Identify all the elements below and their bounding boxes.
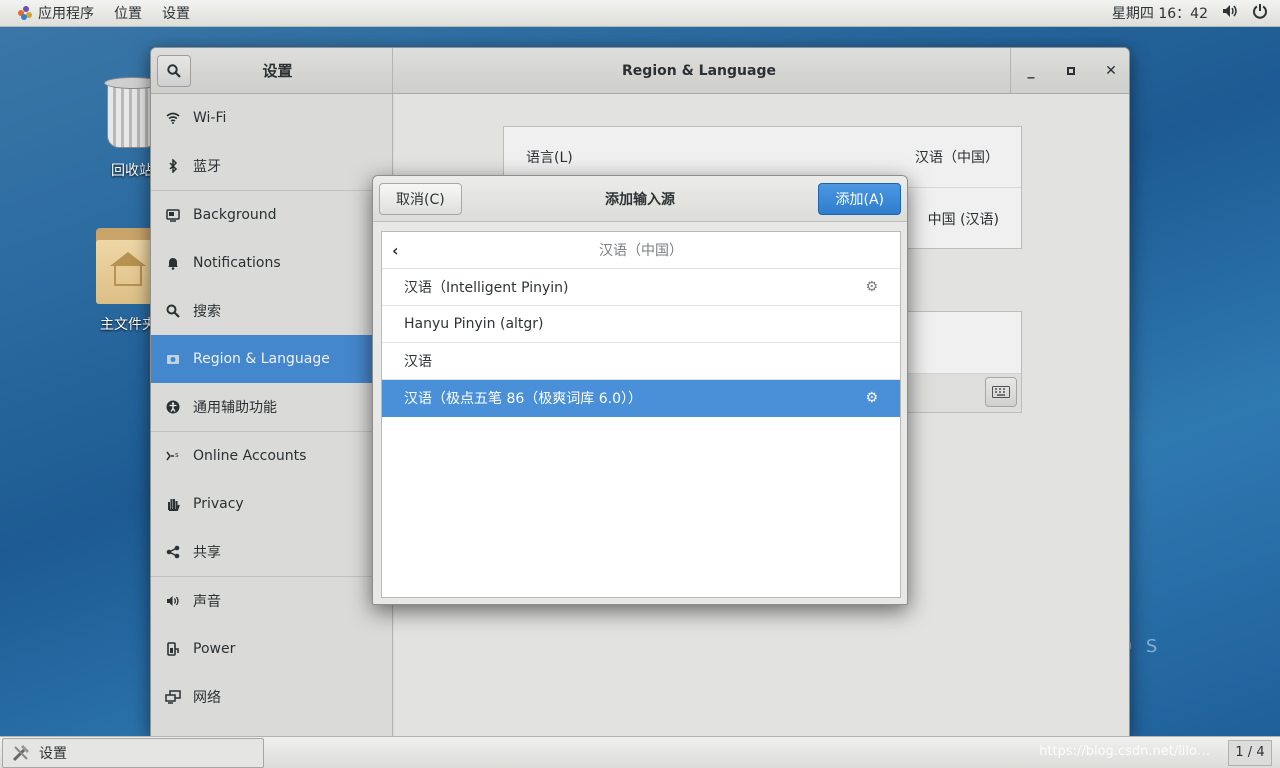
add-button[interactable]: 添加(A): [818, 182, 901, 215]
language-label: 语言(L): [526, 150, 573, 166]
sidebar-item-label: 共享: [193, 545, 221, 561]
speaker-icon: [165, 593, 181, 609]
sidebar-item-label: Online Accounts: [193, 448, 307, 464]
cancel-button[interactable]: 取消(C): [379, 182, 462, 215]
maximize-button[interactable]: [1051, 48, 1091, 93]
watermark: https://blog.csdn.net/lilo…: [1039, 744, 1210, 759]
wifi-icon: [165, 110, 181, 126]
search-icon: [165, 303, 181, 319]
close-icon: ✕: [1105, 62, 1117, 79]
sidebar-item-label: Power: [193, 641, 236, 657]
taskbar-item-label: 设置: [39, 745, 67, 762]
settings-sidebar: Wi-Fi 蓝牙 Background Notifications 搜索 Reg…: [151, 94, 393, 736]
list-item[interactable]: Hanyu Pinyin (altgr): [382, 306, 900, 343]
accessibility-icon: [165, 399, 181, 415]
sidebar-item-label: Wi-Fi: [193, 110, 227, 126]
sidebar-item-label: Background: [193, 207, 277, 223]
clock[interactable]: 星期四 16：42: [1112, 3, 1208, 23]
top-right-status: 星期四 16：42: [1112, 3, 1280, 23]
sidebar-item-notifications[interactable]: Notifications: [151, 239, 392, 287]
network-icon: [165, 689, 181, 705]
sidebar-item-label: 通用辅助功能: [193, 400, 277, 416]
places-label: 位置: [114, 6, 142, 22]
settings-menu[interactable]: 设置: [152, 3, 200, 23]
list-item-label: Hanyu Pinyin (altgr): [404, 316, 544, 332]
search-icon: [167, 64, 181, 78]
sidebar-header: 设置: [151, 48, 393, 93]
close-button[interactable]: ✕: [1091, 48, 1129, 93]
sidebar-item-label: Notifications: [193, 255, 281, 271]
window-controls: _ ✕: [1010, 48, 1129, 93]
top-menu: 应用程序 位置 设置: [0, 0, 200, 26]
list-item[interactable]: 汉语（Intelligent Pinyin) ⚙: [382, 269, 900, 306]
list-item[interactable]: 汉语: [382, 343, 900, 380]
dialog-header: 取消(C) 添加输入源 添加(A): [373, 176, 907, 222]
language-value: 汉语（中国）: [915, 150, 999, 166]
back-chevron-icon[interactable]: ‹: [392, 241, 399, 260]
list-header-label: 汉语（中国）: [599, 243, 683, 259]
sidebar-item-accessibility[interactable]: 通用辅助功能: [151, 383, 392, 431]
list-item-label: 汉语: [404, 354, 432, 370]
minimize-button[interactable]: _: [1011, 48, 1051, 93]
sidebar-item-label: 蓝牙: [193, 159, 221, 175]
applications-icon: [18, 6, 32, 20]
sidebar-item-bluetooth[interactable]: 蓝牙: [151, 142, 392, 190]
sidebar-item-network[interactable]: 网络: [151, 673, 392, 721]
sidebar-item-label: Region & Language: [193, 351, 330, 367]
sidebar-item-label: Privacy: [193, 496, 244, 512]
sidebar-item-label: 声音: [193, 594, 221, 610]
workspace-indicator[interactable]: 1 / 4: [1228, 739, 1272, 766]
gear-icon: ⚙: [865, 279, 878, 295]
share-icon: [165, 544, 181, 560]
online-accounts-icon: s: [165, 448, 181, 464]
tools-icon: [12, 744, 30, 761]
gear-icon: ⚙: [865, 390, 878, 406]
sidebar-item-sharing[interactable]: 共享: [151, 528, 392, 576]
power-plug-icon: [165, 641, 181, 657]
formats-value: 中国 (汉语): [927, 211, 999, 228]
search-button[interactable]: [157, 55, 191, 87]
sidebar-item-wifi[interactable]: Wi-Fi: [151, 94, 392, 142]
panel-title: Region & Language: [622, 62, 776, 79]
volume-icon[interactable]: [1222, 4, 1238, 22]
settings-menu-label: 设置: [162, 6, 190, 22]
hand-icon: [165, 496, 181, 512]
list-header-row[interactable]: ‹ 汉语（中国）: [382, 232, 900, 269]
region-icon: [165, 351, 181, 367]
keyboard-icon: [992, 386, 1010, 398]
applications-menu[interactable]: 应用程序: [8, 3, 104, 23]
sidebar-item-background[interactable]: Background: [151, 191, 392, 239]
svg-text:s: s: [175, 451, 179, 459]
places-menu[interactable]: 位置: [104, 3, 152, 23]
sidebar-item-power[interactable]: Power: [151, 625, 392, 673]
sidebar-item-region-language[interactable]: Region & Language: [151, 335, 392, 383]
sidebar-item-search[interactable]: 搜索: [151, 287, 392, 335]
sidebar-item-label: 网络: [193, 690, 221, 706]
keyboard-layout-button[interactable]: [985, 377, 1017, 407]
sidebar-item-sound[interactable]: 声音: [151, 577, 392, 625]
titlebar: 设置 Region & Language _ ✕: [151, 48, 1129, 94]
applications-label: 应用程序: [38, 6, 94, 22]
power-icon[interactable]: [1252, 3, 1268, 23]
sidebar-item-online-accounts[interactable]: s Online Accounts: [151, 432, 392, 480]
panel-header: Region & Language _ ✕: [393, 48, 1129, 93]
taskbar-item-settings[interactable]: 设置: [2, 737, 264, 768]
sidebar-item-privacy[interactable]: Privacy: [151, 480, 392, 528]
list-item-selected[interactable]: 汉语（极点五笔 86（极爽词库 6.0）） ⚙: [382, 380, 900, 417]
bell-icon: [165, 255, 181, 271]
minimize-icon: _: [1027, 62, 1035, 79]
add-input-source-dialog: 取消(C) 添加输入源 添加(A) ‹ 汉语（中国） 汉语（Intelligen…: [372, 175, 908, 605]
top-panel: 应用程序 位置 设置 星期四 16：42: [0, 0, 1280, 27]
input-source-list: ‹ 汉语（中国） 汉语（Intelligent Pinyin) ⚙ Hanyu …: [381, 231, 901, 598]
background-icon: [165, 207, 181, 223]
maximize-icon: [1067, 66, 1075, 75]
sidebar-item-label: 搜索: [193, 304, 221, 320]
list-item-label: 汉语（极点五笔 86（极爽词库 6.0））: [404, 391, 642, 407]
list-item-label: 汉语（Intelligent Pinyin): [404, 280, 569, 296]
bluetooth-icon: [165, 158, 181, 174]
